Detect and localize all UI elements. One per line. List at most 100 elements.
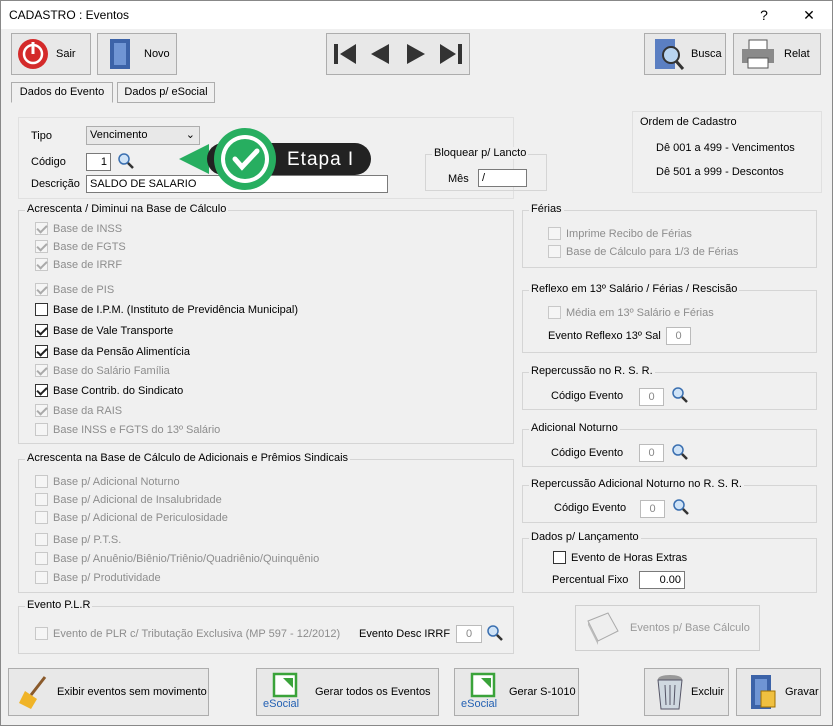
busca-button[interactable]: Busca: [644, 33, 726, 75]
rsr-noturno-title: Repercussão Adicional Noturno no R. S. R…: [529, 478, 744, 490]
relat-button[interactable]: Relat: [733, 33, 821, 75]
new-door-icon: [110, 39, 130, 69]
checkbox-box: [35, 324, 48, 337]
media-13-checkbox[interactable]: Média em 13º Salário e Férias: [548, 306, 714, 319]
base-ipm-checkbox[interactable]: Base de I.P.M. (Instituto de Previdência…: [35, 303, 298, 316]
lancamento-title: Dados p/ Lançamento: [529, 531, 641, 543]
checkbox-label: Base de I.P.M. (Instituto de Previdência…: [53, 303, 298, 316]
close-button[interactable]: ✕: [786, 1, 832, 29]
tab-dados-evento[interactable]: Dados do Evento: [11, 82, 113, 103]
base-rais-checkbox[interactable]: Base da RAIS: [35, 404, 122, 417]
novo-button[interactable]: Novo: [97, 33, 177, 75]
gerar-s1010-button[interactable]: eSocial Gerar S-1010: [454, 668, 579, 716]
checkbox-label: Base da Pensão Alimentícia: [53, 345, 190, 358]
exibir-button[interactable]: Exibir eventos sem movimento: [8, 668, 209, 716]
ferias-title: Férias: [529, 203, 564, 215]
novo-label: Novo: [144, 48, 170, 60]
adicional-noturno-checkbox[interactable]: Base p/ Adicional Noturno: [35, 475, 180, 488]
base-vale-transporte-checkbox[interactable]: Base de Vale Transporte: [35, 324, 173, 337]
save-door-icon: [751, 675, 776, 709]
plr-frame: Evento P.L.R Evento de PLR c/ Tributação…: [18, 599, 514, 654]
evento-reflexo-input[interactable]: 0: [666, 327, 691, 345]
help-button[interactable]: ?: [741, 1, 787, 29]
base-um-terco-checkbox[interactable]: Base de Cálculo para 1/3 de Férias: [548, 245, 738, 258]
rsr-label: Código Evento: [551, 390, 624, 402]
checkbox-label: Base de FGTS: [53, 240, 126, 253]
base-fgts-checkbox[interactable]: Base de FGTS: [35, 240, 126, 253]
power-icon: [18, 39, 48, 69]
trash-icon: [657, 675, 683, 710]
mes-input[interactable]: /: [478, 169, 527, 187]
search-icon[interactable]: [672, 498, 690, 516]
broom-icon: [19, 676, 47, 709]
checkbox-label: Imprime Recibo de Férias: [566, 227, 692, 240]
lancamento-frame: Dados p/ Lançamento Evento de Horas Extr…: [522, 531, 817, 593]
next-record-icon[interactable]: [403, 41, 429, 67]
esocial-text: eSocial: [461, 698, 498, 710]
base-salario-familia-checkbox[interactable]: Base do Salário Família: [35, 364, 170, 377]
excluir-button[interactable]: Excluir: [644, 668, 729, 716]
reflexo-title: Reflexo em 13º Salário / Férias / Rescis…: [529, 283, 740, 295]
imprime-recibo-checkbox[interactable]: Imprime Recibo de Férias: [548, 227, 692, 240]
search-icon[interactable]: [486, 624, 504, 642]
evento-desc-irrf-label: Evento Desc IRRF: [359, 628, 451, 640]
sair-button[interactable]: Sair: [11, 33, 91, 75]
anuenio-checkbox[interactable]: Base p/ Anuênio/Biênio/Triênio/Quadriêni…: [35, 552, 319, 565]
checkbox-label: Base de IRRF: [53, 258, 123, 271]
rsr-input[interactable]: 0: [639, 388, 664, 406]
plr-title: Evento P.L.R: [25, 599, 93, 611]
plr-checkbox[interactable]: Evento de PLR c/ Tributação Exclusiva (M…: [35, 627, 340, 640]
checkbox-box: [35, 345, 48, 358]
checkbox-box: [35, 511, 48, 524]
ordem-line1: Dê 001 a 499 - Vencimentos: [656, 142, 795, 154]
base-pensao-checkbox[interactable]: Base da Pensão Alimentícia: [35, 345, 190, 358]
evento-desc-irrf-input[interactable]: 0: [456, 625, 482, 643]
base-sindicato-checkbox[interactable]: Base Contrib. do Sindicato: [35, 384, 183, 397]
ordem-frame: Ordem de Cadastro Dê 001 a 499 - Vencime…: [632, 111, 822, 193]
sair-label: Sair: [56, 48, 76, 60]
ordem-line2: Dê 501 a 999 - Descontos: [656, 166, 784, 178]
periculosidade-checkbox[interactable]: Base p/ Adicional de Periculosidade: [35, 511, 228, 524]
bloquear-title: Bloquear p/ Lancto: [432, 147, 529, 159]
noturno-input[interactable]: 0: [639, 444, 664, 462]
document-icon: [587, 612, 619, 645]
rsr-noturno-label: Código Evento: [554, 502, 627, 514]
codigo-input[interactable]: 1: [86, 153, 111, 171]
base-irrf-checkbox[interactable]: Base de IRRF: [35, 258, 122, 271]
search-icon[interactable]: [671, 443, 689, 461]
insalubridade-checkbox[interactable]: Base p/ Adicional de Insalubridade: [35, 493, 222, 506]
eventos-base-button[interactable]: Eventos p/ Base Cálculo: [575, 605, 760, 651]
horas-extras-checkbox[interactable]: Evento de Horas Extras: [553, 551, 687, 564]
adicionais-frame: Acrescenta na Base de Cálculo de Adicion…: [18, 452, 514, 593]
checkbox-box: [35, 404, 48, 417]
search-icon[interactable]: [117, 152, 135, 170]
gerar-todos-button[interactable]: eSocial Gerar todos os Eventos: [256, 668, 439, 716]
gravar-button[interactable]: Gravar: [736, 668, 821, 716]
ferias-frame: Férias Imprime Recibo de Férias Base de …: [522, 203, 817, 268]
codigo-label: Código: [31, 156, 66, 168]
relat-label: Relat: [784, 48, 810, 60]
checkbox-label: Base da RAIS: [53, 404, 123, 417]
produtividade-checkbox[interactable]: Base p/ Produtividade: [35, 571, 161, 584]
window-title: CADASTRO : Eventos: [9, 8, 130, 22]
rsr-frame: Repercussão no R. S. R. Código Evento 0: [522, 365, 817, 410]
pts-checkbox[interactable]: Base p/ P.T.S.: [35, 533, 121, 546]
base-pis-checkbox[interactable]: Base de PIS: [35, 283, 114, 296]
tab-dados-esocial[interactable]: Dados p/ eSocial: [117, 82, 215, 103]
first-record-icon[interactable]: [332, 41, 358, 67]
title-bar: CADASTRO : Eventos ? ✕: [1, 1, 832, 29]
search-icon[interactable]: [671, 386, 689, 404]
checkbox-box: [35, 627, 48, 640]
base-inss-fgts-13-checkbox[interactable]: Base INSS e FGTS do 13º Salário: [35, 423, 220, 436]
percentual-input[interactable]: 0.00: [639, 571, 685, 589]
checkbox-label: Base de Cálculo para 1/3 de Férias: [566, 245, 739, 258]
base-inss-checkbox[interactable]: Base de INSS: [35, 222, 122, 235]
checkbox-box: [35, 423, 48, 436]
rsr-noturno-input[interactable]: 0: [640, 500, 665, 518]
ordem-title: Ordem de Cadastro: [640, 116, 737, 128]
checkbox-box: [35, 258, 48, 271]
navigation-bar: [326, 33, 470, 75]
previous-record-icon[interactable]: [367, 41, 393, 67]
last-record-icon[interactable]: [438, 41, 464, 67]
checkbox-box: [35, 303, 48, 316]
